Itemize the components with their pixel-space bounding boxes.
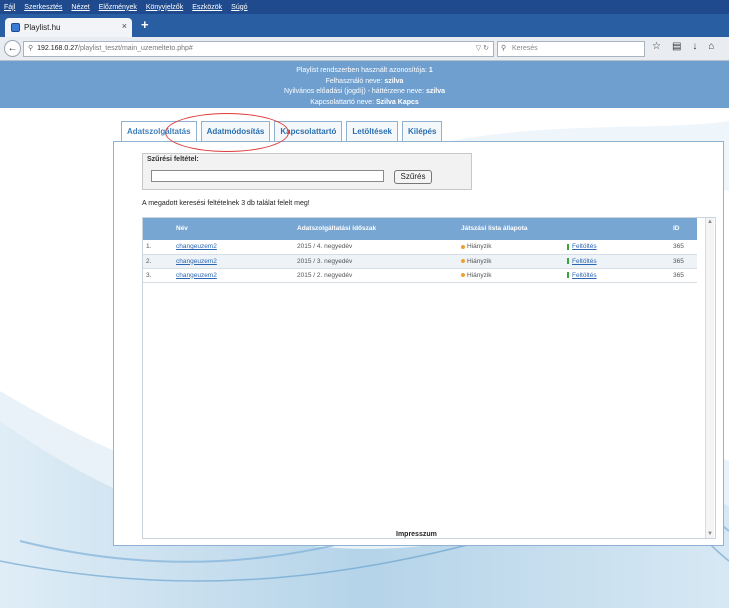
row-status: Hiányzik xyxy=(467,243,492,251)
menu-file[interactable]: Fájl xyxy=(4,4,15,11)
row-num: 1. xyxy=(146,243,152,251)
header-action xyxy=(564,218,670,240)
header-name: Név xyxy=(176,225,188,232)
header-num xyxy=(143,218,173,240)
row-id: 365 xyxy=(673,257,684,265)
menu-history[interactable]: Előzmények xyxy=(99,4,137,11)
url-bar[interactable]: ⚲ 192.168.0.27/playlist_teszt/main_uzemel… xyxy=(23,41,494,57)
scroll-down-icon[interactable]: ▼ xyxy=(707,531,713,537)
content-panel: Szűrési feltétel: Szűrés A megadott kere… xyxy=(113,141,724,546)
results-table-container: Név Adatszolgáltatási időszak Játszási l… xyxy=(142,217,716,539)
upload-link[interactable]: Feltöltés xyxy=(572,258,597,265)
scroll-up-icon[interactable]: ▲ xyxy=(707,219,713,225)
reload-icon[interactable]: ↻ xyxy=(483,45,489,52)
new-tab-button[interactable]: + xyxy=(141,17,149,32)
results-table: Név Adatszolgáltatási időszak Játszási l… xyxy=(143,218,697,283)
table-row: 2. changeuzem2 2015 / 3. negyedév Hiányz… xyxy=(143,254,697,268)
contact-value: Szilva Kapcs xyxy=(375,98,419,106)
impresszum-link[interactable]: Impresszum xyxy=(396,531,437,538)
status-dot-icon xyxy=(461,258,465,263)
tab-adatmodositas[interactable]: Adatmódosítás xyxy=(200,121,271,141)
table-row: 3. changeuzem2 2015 / 2. negyedév Hiányz… xyxy=(143,268,697,282)
web-page: Playlist rendszerben használt azonosítój… xyxy=(0,61,729,608)
status-dot-icon xyxy=(461,272,465,277)
close-tab-icon[interactable]: × xyxy=(122,21,127,31)
filter-button[interactable]: Szűrés xyxy=(394,170,432,184)
header-id: ID xyxy=(673,225,680,232)
header-info: Playlist rendszerben használt azonosítój… xyxy=(0,61,729,108)
row-id: 365 xyxy=(673,243,684,251)
search-placeholder: Keresés xyxy=(512,45,538,52)
status-dot-icon xyxy=(461,244,465,249)
site-info-icon[interactable]: ⚲ xyxy=(28,45,33,52)
upload-link[interactable]: Feltöltés xyxy=(572,243,597,250)
upload-icon xyxy=(567,243,569,250)
filter-legend: Szűrési feltétel: xyxy=(147,156,199,163)
header-status: Játszási lista állapota xyxy=(461,225,528,232)
browser-tab-title: Playlist.hu xyxy=(24,23,61,32)
browser-tab[interactable]: Playlist.hu × xyxy=(5,18,132,37)
upload-icon xyxy=(567,271,569,278)
row-period: 2015 / 2. negyedév xyxy=(297,271,353,279)
table-header-row: Név Adatszolgáltatási időszak Játszási l… xyxy=(143,218,697,240)
menu-help[interactable]: Súgó xyxy=(231,4,247,11)
favicon-icon xyxy=(11,23,20,32)
menu-tools[interactable]: Eszközök xyxy=(192,4,222,11)
menu-edit[interactable]: Szerkesztés xyxy=(24,4,62,11)
row-num: 3. xyxy=(146,271,152,279)
id-label: Playlist rendszerben használt azonosítój… xyxy=(296,67,427,74)
upload-link[interactable]: Feltöltés xyxy=(572,272,597,279)
tab-strip: Playlist.hu × xyxy=(0,14,729,37)
row-name-link[interactable]: changeuzem2 xyxy=(176,243,217,250)
header-period: Adatszolgáltatási időszak xyxy=(297,225,377,232)
download-icon[interactable]: ↓ xyxy=(692,41,697,52)
table-scrollbar[interactable]: ▲ ▼ xyxy=(705,218,714,538)
row-period: 2015 / 4. negyedév xyxy=(297,243,353,251)
contact-label: Kapcsolattartó neve: xyxy=(310,98,375,106)
row-name-link[interactable]: changeuzem2 xyxy=(176,258,217,265)
back-button[interactable]: ← xyxy=(4,40,21,57)
url-host: 192.168.0.27 xyxy=(37,45,79,52)
tab-kapcsolattarto[interactable]: Kapcsolattartó xyxy=(274,121,343,141)
table-row: 1. changeuzem2 2015 / 4. negyedév Hiányz… xyxy=(143,240,697,254)
menu-bookmarks[interactable]: Könyvjelzők xyxy=(146,4,183,11)
row-status: Hiányzik xyxy=(467,271,492,279)
tab-letoltesek[interactable]: Letöltések xyxy=(346,121,398,141)
registry-label: Nyilvános előadási (jogdíj) - háttérzene… xyxy=(283,88,425,95)
upload-icon xyxy=(567,257,569,264)
back-arrow-icon: ← xyxy=(7,43,18,54)
user-label: Felhasználó neve: xyxy=(325,77,383,85)
registry-value: szilva xyxy=(425,88,446,95)
reading-list-icon[interactable]: ▤ xyxy=(672,41,681,52)
page-tabs: Adatszolgáltatás Adatmódosítás Kapcsolat… xyxy=(121,121,443,141)
user-value: szilva xyxy=(384,77,404,85)
id-value: 1 xyxy=(428,67,433,74)
filter-box: Szűrési feltétel: Szűrés xyxy=(142,153,472,190)
dropdown-icon[interactable]: ▽ xyxy=(476,45,481,52)
toolbar-icons: ☆ ▤ ↓ ⌂ xyxy=(652,41,714,52)
tab-kilepes[interactable]: Kilépés xyxy=(401,121,443,141)
row-num: 2. xyxy=(146,257,152,265)
filter-input[interactable] xyxy=(151,170,384,182)
url-path: /playlist_teszt/main_uzemelteto.php# xyxy=(78,45,193,52)
search-icon: ⚲ xyxy=(501,45,507,52)
menu-bar: Fájl Szerkesztés Nézet Előzmények Könyvj… xyxy=(0,0,729,14)
home-icon[interactable]: ⌂ xyxy=(708,41,714,52)
search-box[interactable]: ⚲ Keresés xyxy=(497,41,645,57)
row-period: 2015 / 3. negyedév xyxy=(297,257,353,265)
navigation-bar: ← ⚲ 192.168.0.27/playlist_teszt/main_uzem… xyxy=(0,37,729,61)
url-tools: ▽ ↻ xyxy=(476,42,489,56)
bookmark-star-icon[interactable]: ☆ xyxy=(652,41,661,52)
row-name-link[interactable]: changeuzem2 xyxy=(176,272,217,279)
row-status: Hiányzik xyxy=(467,257,492,265)
row-id: 365 xyxy=(673,271,684,279)
menu-view[interactable]: Nézet xyxy=(71,4,89,11)
tab-adatszolgaltatas[interactable]: Adatszolgáltatás xyxy=(121,121,197,141)
result-message: A megadott keresési feltételnek 3 db tal… xyxy=(142,200,310,207)
